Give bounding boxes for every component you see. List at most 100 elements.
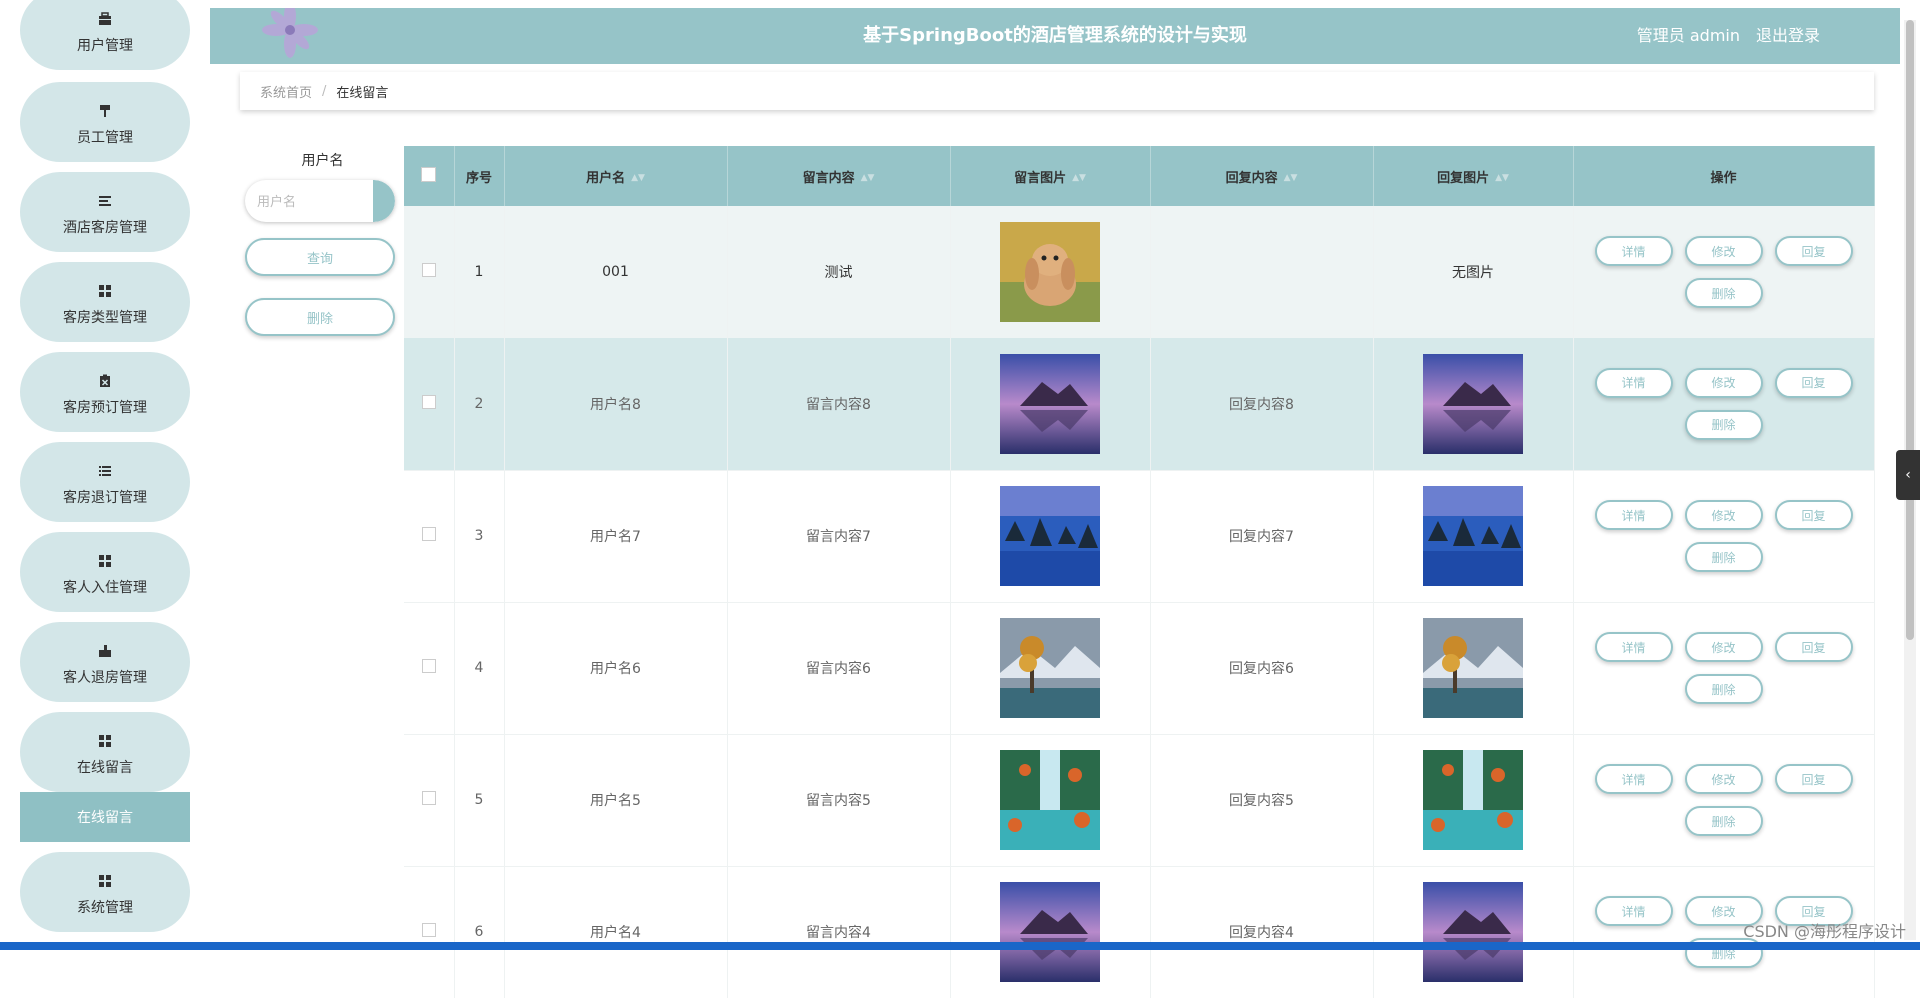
table-row: 4 用户名6 留言内容6 回复内容6 详情 修改 回复 删除 bbox=[404, 602, 1875, 734]
breadcrumb-home[interactable]: 系统首页 bbox=[260, 82, 312, 101]
column-header-reply[interactable]: 回复内容 ▲▼ bbox=[1150, 146, 1374, 206]
sort-icon[interactable]: ▲▼ bbox=[1284, 173, 1298, 183]
delete-button[interactable]: 删除 bbox=[1684, 409, 1763, 440]
breadcrumb-current: 在线留言 bbox=[336, 85, 389, 101]
row-checkbox[interactable] bbox=[421, 263, 436, 277]
cell-username: 用户名7 bbox=[504, 470, 728, 602]
sort-icon[interactable]: ▲▼ bbox=[861, 173, 875, 183]
detail-button[interactable]: 详情 bbox=[1594, 896, 1673, 927]
scrollbar-thumb[interactable] bbox=[1906, 20, 1914, 640]
grid-icon bbox=[97, 283, 113, 299]
cell-reply: 回复内容8 bbox=[1150, 338, 1374, 470]
detail-button[interactable]: 详情 bbox=[1594, 764, 1673, 794]
delete-button[interactable]: 删除 bbox=[1684, 674, 1763, 704]
top-header: 基于SpringBoot的酒店管理系统的设计与实现 管理员 admin 退出登录 bbox=[210, 8, 1900, 64]
search-label: 用户名 bbox=[301, 153, 344, 169]
edit-button[interactable]: 修改 bbox=[1684, 367, 1763, 398]
table-row: 3 用户名7 留言内容7 回复内容7 详情 修改 回复 删除 bbox=[404, 470, 1875, 602]
edit-button[interactable]: 修改 bbox=[1684, 236, 1763, 266]
grid-icon bbox=[97, 733, 113, 749]
detail-button[interactable]: 详情 bbox=[1594, 500, 1673, 530]
cell-reply-image bbox=[1373, 602, 1574, 734]
delete-button[interactable]: 删除 bbox=[1684, 542, 1763, 572]
sidebar-item-user-management[interactable]: 用户管理 bbox=[20, 0, 190, 70]
cell-index: 2 bbox=[454, 338, 505, 470]
edit-button[interactable]: 修改 bbox=[1684, 632, 1763, 662]
column-header-label: 回复内容 bbox=[1225, 170, 1278, 186]
batch-delete-button[interactable]: 删除 bbox=[245, 298, 395, 336]
reply-button[interactable]: 回复 bbox=[1774, 236, 1853, 266]
cell-username: 001 bbox=[504, 206, 728, 338]
column-header-label: 留言图片 bbox=[1014, 170, 1067, 186]
row-checkbox[interactable] bbox=[421, 659, 436, 673]
username-search-input[interactable] bbox=[245, 180, 375, 222]
sidebar-item-room-management[interactable]: 酒店客房管理 bbox=[20, 172, 190, 252]
sidebar-item-check-out-management[interactable]: 客人退房管理 bbox=[20, 622, 190, 702]
cell-reply-image: 无图片 bbox=[1373, 206, 1574, 338]
breadcrumb: 系统首页 / 在线留言 bbox=[240, 72, 1874, 110]
reply-button[interactable]: 回复 bbox=[1774, 367, 1853, 398]
cell-index: 6 bbox=[454, 866, 505, 998]
sidebar-item-staff-management[interactable]: 员工管理 bbox=[20, 82, 190, 162]
sort-icon[interactable]: ▲▼ bbox=[1072, 173, 1086, 183]
sidebar: 用户管理 员工管理 酒店客房管理 客房类型管理 客房预订管理 客房退订管理 客人… bbox=[0, 0, 210, 950]
cell-reply: 回复内容7 bbox=[1150, 470, 1374, 602]
sidebar-item-label: 酒店客房管理 bbox=[63, 220, 147, 236]
mountain-lake-image bbox=[1000, 882, 1100, 983]
collapse-panel-button[interactable]: ‹ bbox=[1896, 450, 1920, 500]
cell-actions: 详情 修改 回复 删除 bbox=[1573, 470, 1875, 602]
sidebar-subitem-online-message[interactable]: 在线留言 bbox=[20, 792, 190, 842]
table-row: 6 用户名4 留言内容4 回复内容4 详情 修改 回复 删除 bbox=[404, 866, 1875, 998]
rocky-sea-image bbox=[1000, 486, 1100, 586]
bottom-progress-bar bbox=[0, 942, 1920, 950]
sidebar-item-online-message[interactable]: 在线留言 bbox=[20, 712, 190, 792]
column-header-label: 留言内容 bbox=[802, 170, 855, 186]
reply-button[interactable]: 回复 bbox=[1774, 764, 1853, 794]
column-header-reply-image[interactable]: 回复图片 ▲▼ bbox=[1373, 146, 1574, 206]
logout-link[interactable]: 退出登录 bbox=[1756, 8, 1820, 64]
row-checkbox-cell bbox=[404, 470, 455, 602]
edit-button[interactable]: 修改 bbox=[1684, 500, 1763, 530]
sidebar-item-label: 客房类型管理 bbox=[63, 310, 147, 326]
watermark: CSDN @海彤程序设计 bbox=[1743, 922, 1906, 941]
cell-username: 用户名5 bbox=[504, 734, 728, 866]
select-all-checkbox[interactable] bbox=[421, 166, 437, 182]
sidebar-item-check-in-management[interactable]: 客人入住管理 bbox=[20, 532, 190, 612]
detail-button[interactable]: 详情 bbox=[1594, 367, 1673, 398]
sidebar-item-label: 客房退订管理 bbox=[63, 490, 147, 506]
cell-index: 5 bbox=[454, 734, 505, 866]
list-ordered-icon bbox=[97, 463, 113, 479]
table-row: 5 用户名5 留言内容5 回复内容5 详情 修改 回复 删除 bbox=[404, 734, 1875, 866]
column-header-image[interactable]: 留言图片 ▲▼ bbox=[950, 146, 1151, 206]
row-checkbox[interactable] bbox=[421, 791, 436, 805]
cell-image bbox=[950, 338, 1151, 470]
sort-icon[interactable]: ▲▼ bbox=[1495, 173, 1509, 183]
waterfall-image bbox=[1423, 750, 1523, 850]
row-checkbox[interactable] bbox=[421, 527, 436, 541]
edit-button[interactable]: 修改 bbox=[1684, 764, 1763, 794]
cell-reply: 回复内容6 bbox=[1150, 602, 1374, 734]
detail-button[interactable]: 详情 bbox=[1594, 236, 1673, 266]
cell-username: 用户名4 bbox=[504, 866, 728, 998]
row-checkbox[interactable] bbox=[421, 923, 436, 938]
reply-button[interactable]: 回复 bbox=[1774, 500, 1853, 530]
sidebar-item-system-management[interactable]: 系统管理 bbox=[20, 852, 190, 932]
column-header-username[interactable]: 用户名 ▲▼ bbox=[504, 146, 728, 206]
column-header-label: 回复图片 bbox=[1437, 170, 1490, 186]
sidebar-item-cancel-booking-management[interactable]: 客房退订管理 bbox=[20, 442, 190, 522]
row-checkbox-cell bbox=[404, 206, 455, 338]
row-checkbox[interactable] bbox=[421, 394, 436, 409]
delete-button[interactable]: 删除 bbox=[1684, 278, 1763, 308]
cell-index: 1 bbox=[454, 206, 505, 338]
reply-button[interactable]: 回复 bbox=[1774, 632, 1853, 662]
query-button[interactable]: 查询 bbox=[245, 238, 395, 276]
detail-button[interactable]: 详情 bbox=[1594, 632, 1673, 662]
sidebar-item-room-type-management[interactable]: 客房类型管理 bbox=[20, 262, 190, 342]
clipboard-icon bbox=[97, 373, 113, 389]
sidebar-item-booking-management[interactable]: 客房预订管理 bbox=[20, 352, 190, 432]
sort-icon[interactable]: ▲▼ bbox=[631, 173, 645, 183]
delete-button[interactable]: 删除 bbox=[1684, 806, 1763, 836]
table-header-row: 序号 用户名 ▲▼ 留言内容 ▲▼ 留言图片 ▲▼ 回复内容 ▲▼ 回复图片 ▲▼ 操作 bbox=[404, 146, 1875, 206]
column-header-content[interactable]: 留言内容 ▲▼ bbox=[727, 146, 951, 206]
cell-image bbox=[950, 866, 1151, 998]
